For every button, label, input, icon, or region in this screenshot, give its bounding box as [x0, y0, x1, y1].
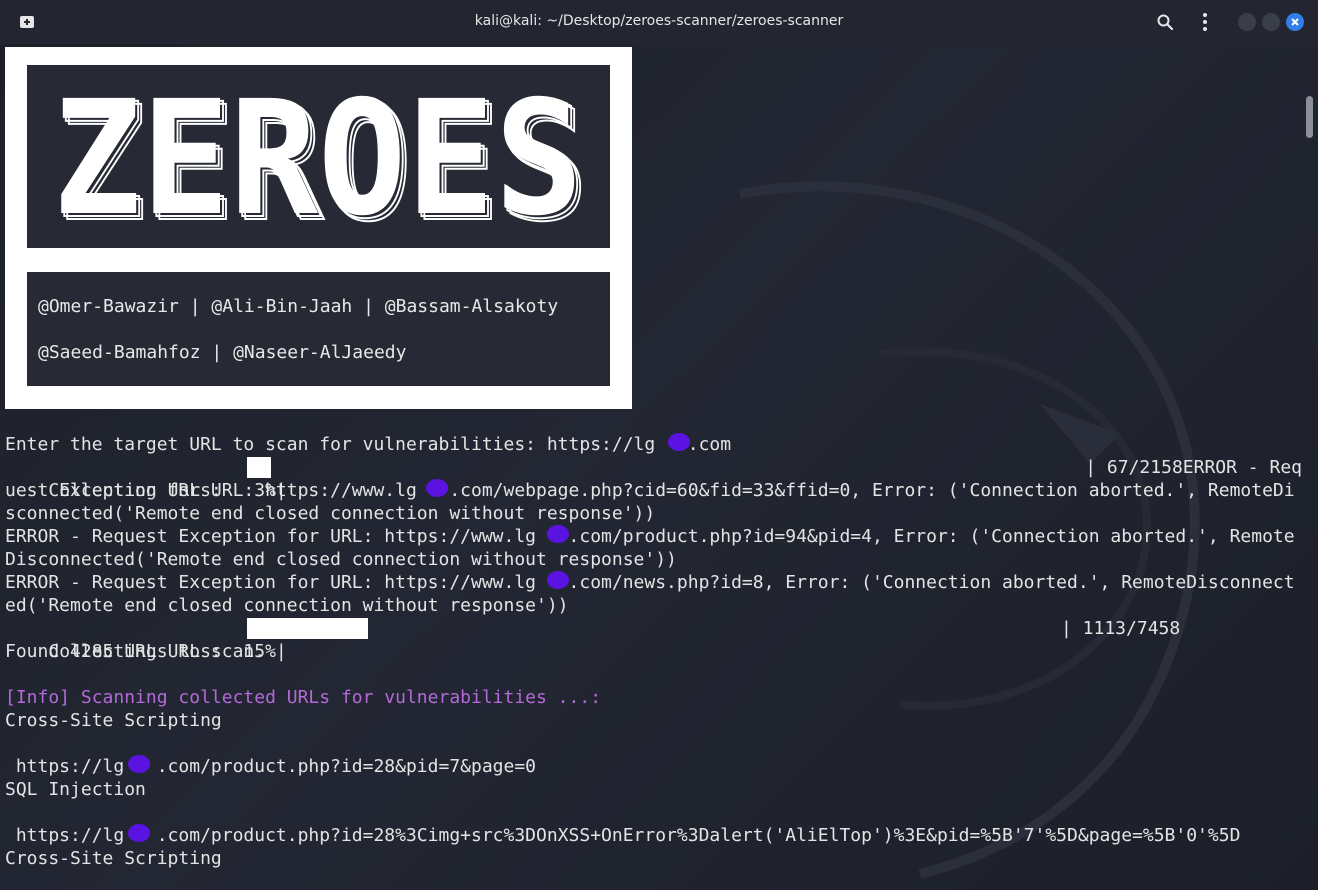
- redaction-mark: [426, 479, 448, 497]
- error-line: ed('Remote end closed connection without…: [5, 595, 569, 616]
- redaction-mark: [547, 525, 569, 543]
- credits-box: @Omer-Bawazir | @Ali-Bin-Jaah | @Bassam-…: [27, 272, 610, 386]
- logo-box: ZEROES ZEROES ZEROES: [27, 65, 610, 258]
- search-icon[interactable]: [1156, 13, 1174, 31]
- progress-line: Collecting URLs: 15%|: [5, 617, 286, 662]
- info-line: [Info] Scanning collected URLs for vulne…: [5, 687, 602, 708]
- error-line: ERROR - Request Exception for URL: https…: [5, 572, 1295, 593]
- menu-icon[interactable]: [1196, 12, 1214, 32]
- svg-text:ZEROES: ZEROES: [53, 67, 583, 248]
- vulnerable-url: https://lg .com/product.php?id=28&pid=7&…: [5, 756, 537, 777]
- maximize-button[interactable]: [1262, 13, 1280, 31]
- vulnerability-type: Cross-Site Scripting: [5, 710, 222, 731]
- progress-count: | 1113/7458: [1061, 618, 1181, 639]
- close-button[interactable]: [1286, 13, 1304, 31]
- zeroes-logo: ZEROES ZEROES ZEROES: [53, 67, 590, 258]
- credits-line: @Saeed-Bamahfoz | @Naseer-AlJaeedy: [38, 342, 407, 363]
- title-bar: kali@kali: ~/Desktop/zeroes-scanner/zero…: [0, 0, 1318, 44]
- banner: ZEROES ZEROES ZEROES @Omer-Bawazir | @Al…: [5, 47, 632, 409]
- vulnerable-url: https://lg .com/product.php?id=28%3Cimg+…: [5, 825, 1241, 846]
- redaction-mark: [547, 571, 569, 589]
- window-title: kali@kali: ~/Desktop/zeroes-scanner/zero…: [474, 13, 844, 29]
- prompt-line: Enter the target URL to scan for vulnera…: [5, 434, 732, 455]
- error-line: sconnected('Remote end closed connection…: [5, 503, 656, 524]
- progress-line: Collecting URLs: 3%|: [5, 456, 286, 501]
- error-line: ERROR - Request Exception for URL: https…: [5, 526, 1295, 547]
- progress-bar: [247, 457, 271, 478]
- progress-bar: [247, 618, 368, 639]
- redaction-mark: [128, 824, 150, 842]
- found-line: Found 4285 URLs to scan.: [5, 641, 266, 662]
- error-line: uest Exception for URL: https://www.lg .…: [5, 480, 1295, 501]
- error-line: Disconnected('Remote end closed connecti…: [5, 549, 677, 570]
- minimize-button[interactable]: [1238, 13, 1256, 31]
- close-icon: [1291, 18, 1299, 26]
- terminal-output[interactable]: ZEROES ZEROES ZEROES @Omer-Bawazir | @Al…: [0, 44, 1318, 890]
- credits-line: @Omer-Bawazir | @Ali-Bin-Jaah | @Bassam-…: [38, 296, 559, 317]
- redaction-mark: [128, 755, 150, 773]
- progress-count: | 67/2158ERROR - Req: [1085, 457, 1302, 478]
- redaction-mark: [668, 433, 690, 451]
- vulnerability-type: SQL Injection: [5, 779, 146, 800]
- scrollbar[interactable]: [1306, 96, 1313, 138]
- vulnerability-type: Cross-Site Scripting: [5, 848, 222, 869]
